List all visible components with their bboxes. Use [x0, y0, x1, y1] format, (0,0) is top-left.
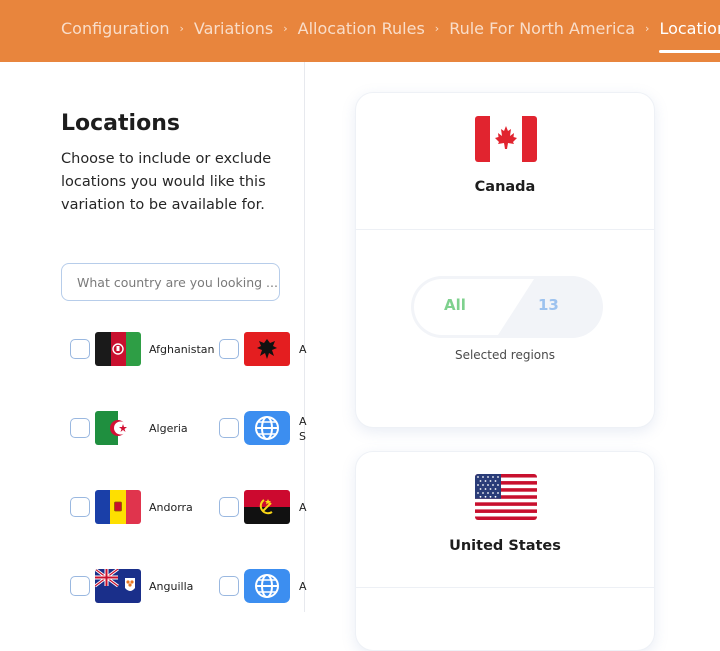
algeria-flag-icon	[95, 411, 141, 445]
anguilla-flag-icon	[95, 569, 141, 603]
country-checkbox[interactable]	[70, 576, 90, 596]
page-description: Choose to include or exclude locations y…	[61, 151, 272, 213]
country-checkbox[interactable]	[219, 497, 239, 517]
country-name: Afghanistan	[149, 343, 215, 356]
country-name: A	[299, 501, 307, 514]
globe-icon	[244, 411, 290, 445]
country-checkbox[interactable]	[219, 418, 239, 438]
breadcrumb-configuration[interactable]: Configuration	[61, 19, 170, 38]
chevron-right-icon: ›	[283, 21, 288, 35]
country-name-line2: S	[299, 430, 306, 443]
globe-icon	[244, 569, 290, 603]
breadcrumb-locations[interactable]: Locations	[659, 19, 720, 53]
andorra-flag-icon	[95, 490, 141, 524]
country-name: Andorra	[149, 501, 193, 514]
country-checkbox[interactable]	[219, 576, 239, 596]
panel-divider	[304, 62, 305, 612]
chevron-right-icon: ›	[179, 21, 184, 35]
country-checkbox[interactable]	[70, 418, 90, 438]
page-title: Locations	[61, 111, 180, 136]
breadcrumb: Configuration › Variations › Allocation …	[61, 0, 720, 56]
country-row: Andorra A	[0, 490, 307, 524]
country-checkbox[interactable]	[70, 497, 90, 517]
country-name: Algeria	[149, 422, 188, 435]
breadcrumb-allocation-rules[interactable]: Allocation Rules	[298, 19, 425, 38]
top-bar: Configuration › Variations › Allocation …	[0, 0, 720, 62]
angola-flag-icon	[244, 490, 290, 524]
region-toggle[interactable]: All 13	[411, 276, 603, 338]
country-row: Algeria A S	[0, 411, 307, 445]
chevron-right-icon: ›	[645, 21, 650, 35]
afghanistan-flag-icon	[95, 332, 141, 366]
selected-regions-label: Selected regions	[454, 348, 556, 362]
country-name: A	[299, 415, 307, 428]
country-name: A	[299, 343, 307, 356]
toggle-highlight	[414, 279, 534, 335]
country-name: Anguilla	[149, 580, 194, 593]
breadcrumb-rule-north-america[interactable]: Rule For North America	[449, 19, 635, 38]
country-checkbox[interactable]	[219, 339, 239, 359]
toggle-count-option[interactable]: 13	[538, 296, 559, 314]
country-search-input[interactable]	[61, 263, 280, 301]
toggle-all-option[interactable]: All	[444, 296, 466, 314]
albania-flag-icon	[244, 332, 290, 366]
card-title: Canada	[474, 179, 536, 195]
country-row: Anguilla A	[0, 569, 307, 603]
region-card-canada[interactable]: Canada All 13 Selected regions	[355, 92, 655, 428]
country-row: Afghanistan A	[0, 332, 307, 366]
country-checkbox[interactable]	[70, 339, 90, 359]
country-name: A	[299, 580, 307, 593]
card-divider	[356, 229, 654, 230]
card-title: United States	[449, 538, 561, 554]
breadcrumb-variations[interactable]: Variations	[194, 19, 273, 38]
canada-flag-icon	[475, 116, 537, 162]
united-states-flag-icon	[475, 474, 537, 520]
card-divider	[356, 587, 654, 588]
region-card-united-states[interactable]: United States	[355, 451, 655, 651]
chevron-right-icon: ›	[434, 21, 440, 35]
